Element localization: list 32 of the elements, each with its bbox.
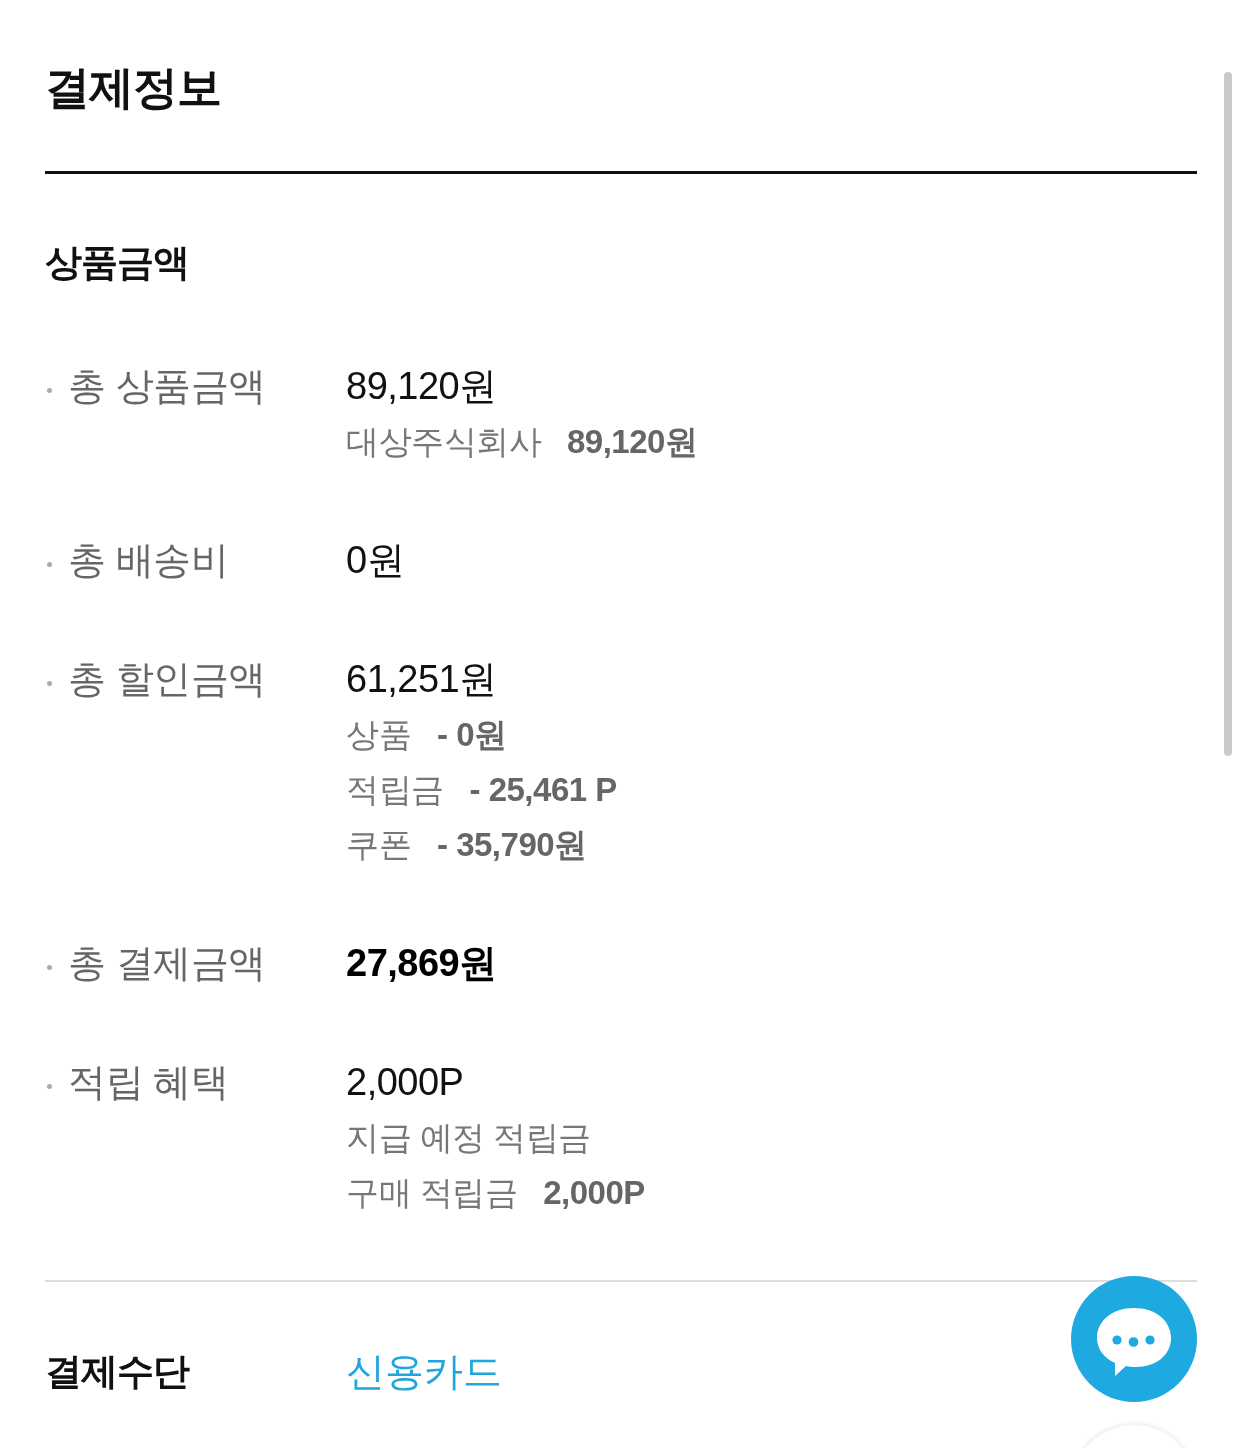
row-label: 총 배송비 (68, 538, 229, 583)
payment-method-label: 결제수단 (45, 1350, 189, 1394)
detail-label: 대상주식회사 (346, 422, 541, 462)
row-label: 총 결제금액 (68, 941, 266, 986)
detail-amount: 89,120원 (567, 422, 698, 462)
bullet-icon (47, 1084, 52, 1089)
section-heading: 상품금액 (45, 241, 190, 285)
bullet-icon (47, 681, 52, 686)
row-value: 89,120원 (346, 364, 497, 409)
row-value: 61,251원 (346, 657, 497, 702)
bullet-icon (47, 388, 52, 393)
detail-label: 상품 (346, 715, 411, 755)
row-value: 0원 (346, 538, 405, 583)
detail-amount: 2,000P (543, 1173, 645, 1213)
row-label: 총 할인금액 (68, 657, 266, 702)
detail-label: 지급 예정 적립금 (346, 1118, 591, 1158)
detail-label: 쿠폰 (346, 825, 411, 865)
row-value: 2,000P (346, 1060, 464, 1105)
detail-amount: - 25,461 P (469, 770, 617, 810)
bullet-icon (47, 965, 52, 970)
row-value: 27,869원 (346, 941, 497, 986)
detail-amount: - 0원 (437, 715, 507, 755)
payment-method-value: 신용카드 (346, 1349, 502, 1395)
row-label: 총 상품금액 (68, 364, 266, 409)
detail-amount: - 35,790원 (437, 825, 587, 865)
bullet-icon (47, 562, 52, 567)
detail-label: 구매 적립금 (346, 1173, 518, 1213)
scrollbar-thumb[interactable] (1224, 72, 1232, 756)
chat-bubble-icon (1096, 1307, 1172, 1377)
detail-label: 적립금 (346, 770, 444, 810)
row-label: 적립 혜택 (68, 1060, 229, 1105)
page-title: 결제정보 (45, 61, 222, 115)
